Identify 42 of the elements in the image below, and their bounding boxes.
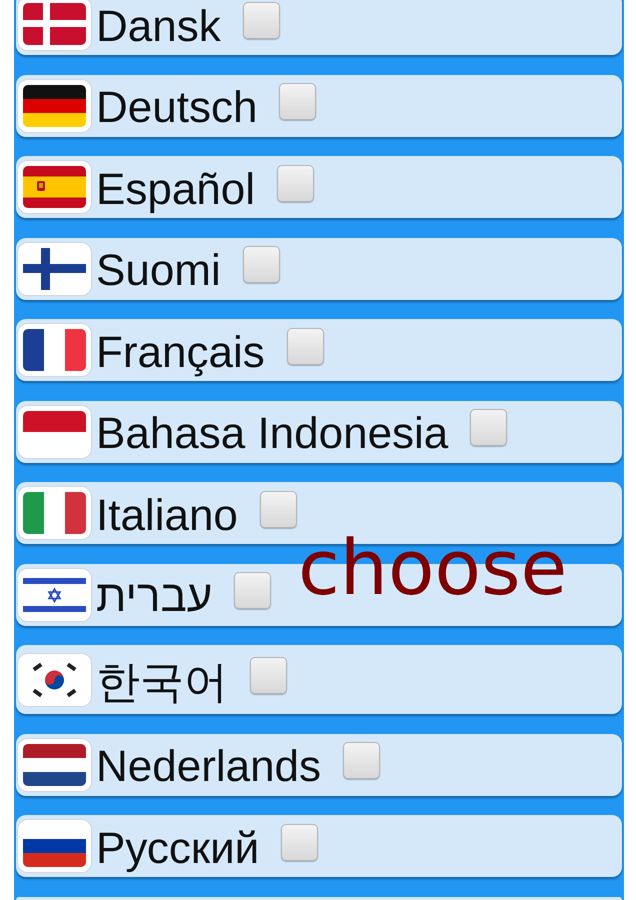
language-name: Nederlands <box>96 742 322 793</box>
language-name: Deutsch <box>96 83 258 134</box>
language-name: Bahasa Indonesia <box>96 409 448 460</box>
language-name: Français <box>96 328 265 378</box>
checkbox[interactable] <box>281 824 318 860</box>
checkbox[interactable] <box>279 83 316 120</box>
language-row[interactable]: 한국어 <box>16 645 622 714</box>
language-row[interactable]: Français <box>16 319 622 381</box>
spain-flag-icon <box>17 160 92 214</box>
checkbox[interactable] <box>234 572 272 609</box>
language-name: Русский <box>96 824 260 874</box>
netherlands-flag-icon <box>17 738 92 792</box>
finland-flag-icon <box>17 242 92 296</box>
language-row[interactable]: Español <box>16 156 622 218</box>
language-name: עברית <box>96 572 212 623</box>
language-row[interactable]: Bahasa Indonesia <box>16 400 622 462</box>
russia-flag-icon <box>17 819 92 873</box>
checkbox[interactable] <box>260 490 297 528</box>
checkbox[interactable] <box>470 409 508 446</box>
indonesia-flag-icon <box>17 404 92 458</box>
checkbox[interactable] <box>277 164 314 202</box>
checkbox[interactable] <box>242 2 280 38</box>
language-name: 한국어 <box>96 656 228 708</box>
south-korea-flag-icon <box>17 652 92 706</box>
language-row[interactable]: Dansk <box>16 0 622 55</box>
france-flag-icon <box>17 323 92 377</box>
language-name: Suomi <box>96 246 221 297</box>
checkbox[interactable] <box>343 742 380 779</box>
checkbox[interactable] <box>250 657 287 694</box>
language-row[interactable]: Deutsch <box>16 74 622 136</box>
language-name: Italiano <box>96 490 238 542</box>
checkbox[interactable] <box>286 328 324 364</box>
checkbox[interactable] <box>242 246 280 283</box>
language-row[interactable]: Suomi <box>16 238 622 300</box>
language-name: Español <box>96 164 256 216</box>
denmark-flag-icon <box>17 0 92 51</box>
language-name: Dansk <box>96 2 221 52</box>
language-row[interactable]: Русский <box>16 815 622 877</box>
italy-flag-icon <box>17 486 92 540</box>
germany-flag-icon <box>17 78 92 132</box>
israel-flag-icon <box>17 568 92 622</box>
language-row[interactable]: Nederlands <box>16 734 622 796</box>
